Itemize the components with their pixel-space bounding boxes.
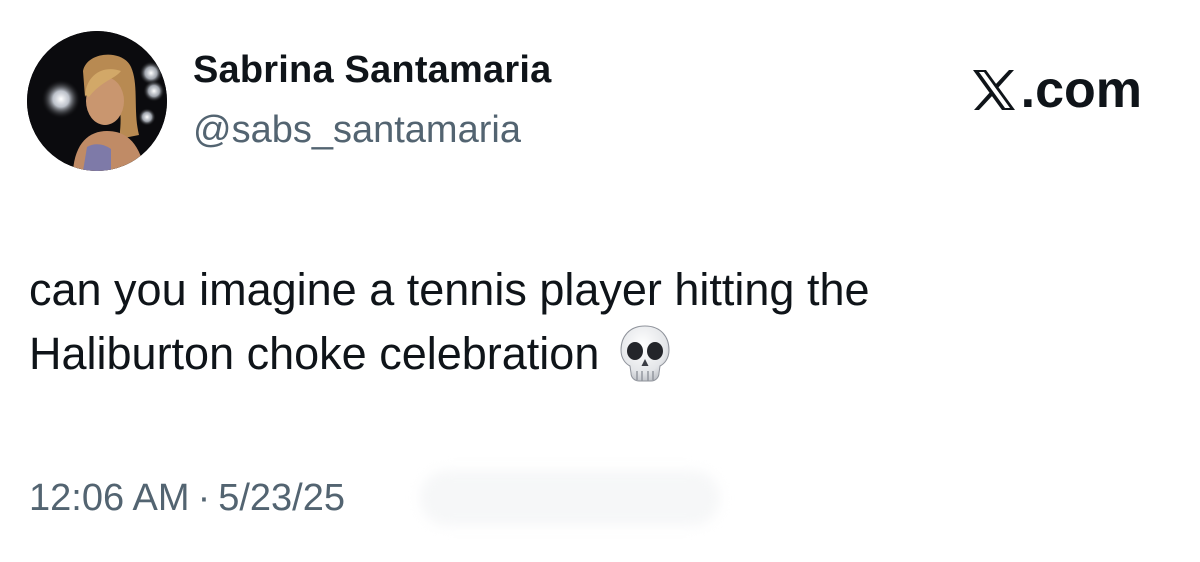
- tweet-text: can you imagine a tennis player hitting …: [29, 258, 1129, 386]
- avatar-photo: [27, 31, 167, 171]
- tweet-text-line-2-words: Haliburton choke celebration: [29, 328, 600, 379]
- author-name[interactable]: Sabrina Santamaria: [193, 47, 551, 93]
- tweet-timestamp[interactable]: 12:06 AM · 5/23/25: [29, 473, 345, 523]
- avatar[interactable]: [27, 31, 167, 171]
- author-handle[interactable]: @sabs_santamaria: [193, 107, 521, 153]
- redacted-region: [420, 470, 720, 526]
- tweet-text-line-2: Haliburton choke celebration: [29, 322, 1129, 386]
- x-logo-icon: [971, 67, 1017, 113]
- skull-emoji-icon: [617, 323, 673, 383]
- brand-watermark: .com: [971, 62, 1142, 118]
- brand-label: .com: [1020, 61, 1142, 119]
- tweet-text-line-1: can you imagine a tennis player hitting …: [29, 264, 870, 315]
- tweet-card: Sabrina Santamaria @sabs_santamaria .com…: [0, 0, 1200, 562]
- tweet-date: 5/23/25: [218, 477, 346, 519]
- tweet-time: 12:06 AM: [29, 477, 190, 519]
- meta-separator: ·: [197, 477, 211, 519]
